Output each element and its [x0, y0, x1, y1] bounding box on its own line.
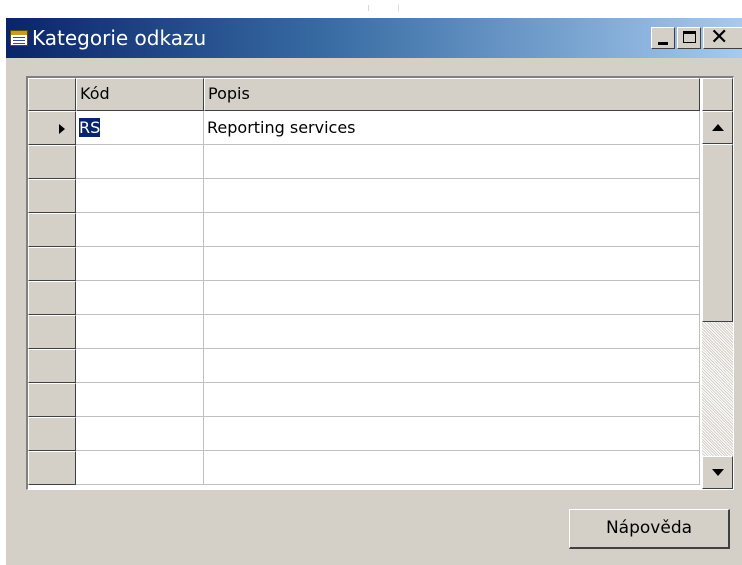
cell-popis[interactable] [204, 179, 700, 213]
cell-popis[interactable] [204, 349, 700, 383]
row-selector[interactable] [28, 145, 76, 179]
table-row[interactable]: RS Reporting services [28, 111, 700, 145]
table-row[interactable] [28, 383, 700, 417]
cell-kod[interactable] [76, 281, 204, 315]
title-bar[interactable]: Kategorie odkazu ✕ [6, 18, 742, 58]
cell-popis[interactable] [204, 145, 700, 179]
background-strip [0, 0, 742, 18]
row-selector[interactable] [28, 111, 76, 145]
row-selector[interactable] [28, 179, 76, 213]
vertical-scrollbar[interactable] [702, 111, 733, 489]
maximize-button[interactable] [677, 27, 701, 49]
cell-kod[interactable]: RS [76, 111, 204, 145]
cell-popis[interactable] [204, 451, 700, 485]
help-button[interactable]: Nápověda [569, 509, 730, 549]
row-selector[interactable] [28, 349, 76, 383]
data-grid: Kód Popis RS Reporting services [26, 76, 734, 490]
row-selector[interactable] [28, 417, 76, 451]
table-row[interactable] [28, 417, 700, 451]
row-selector[interactable] [28, 281, 76, 315]
dialog-window: Kategorie odkazu ✕ Kód Popis RS Reporting… [6, 18, 742, 565]
row-selector[interactable] [28, 247, 76, 281]
cell-popis[interactable] [204, 383, 700, 417]
table-row[interactable] [28, 315, 700, 349]
close-button[interactable]: ✕ [703, 25, 742, 50]
window-title: Kategorie odkazu [32, 26, 207, 50]
minimize-icon [658, 42, 668, 45]
cell-kod[interactable] [76, 179, 204, 213]
table-row[interactable] [28, 349, 700, 383]
row-selector[interactable] [28, 383, 76, 417]
divider [368, 5, 369, 11]
divider [398, 5, 399, 11]
close-icon: ✕ [710, 25, 729, 50]
table-row[interactable] [28, 179, 700, 213]
cell-kod[interactable] [76, 247, 204, 281]
cell-kod[interactable] [76, 383, 204, 417]
cell-kod-value: RS [79, 118, 101, 137]
cell-popis[interactable] [204, 315, 700, 349]
table-row[interactable] [28, 281, 700, 315]
scrollbar-thumb[interactable] [702, 144, 733, 322]
cell-kod[interactable] [76, 315, 204, 349]
table-row[interactable] [28, 451, 700, 485]
cell-popis[interactable] [204, 281, 700, 315]
cell-popis[interactable] [204, 417, 700, 451]
scroll-up-button[interactable] [702, 111, 733, 144]
table-row[interactable] [28, 213, 700, 247]
table-icon [10, 30, 28, 46]
row-selector[interactable] [28, 213, 76, 247]
column-header-kod[interactable]: Kód [76, 78, 204, 111]
scroll-down-button[interactable] [702, 456, 733, 489]
column-header-popis[interactable]: Popis [204, 78, 700, 111]
select-all-corner[interactable] [28, 78, 76, 111]
cell-kod[interactable] [76, 213, 204, 247]
cell-kod[interactable] [76, 145, 204, 179]
cell-popis[interactable]: Reporting services [204, 111, 700, 145]
table-row[interactable] [28, 145, 700, 179]
cell-popis[interactable] [204, 247, 700, 281]
cell-kod[interactable] [76, 417, 204, 451]
table-row[interactable] [28, 247, 700, 281]
row-selector[interactable] [28, 451, 76, 485]
cell-popis[interactable] [204, 213, 700, 247]
cell-kod[interactable] [76, 349, 204, 383]
current-row-icon [59, 124, 65, 134]
minimize-button[interactable] [651, 27, 675, 49]
cell-kod[interactable] [76, 451, 204, 485]
row-selector[interactable] [28, 315, 76, 349]
maximize-icon [683, 31, 696, 43]
arrow-up-icon [712, 124, 724, 131]
arrow-down-icon [712, 469, 724, 476]
header-corner [702, 78, 733, 111]
